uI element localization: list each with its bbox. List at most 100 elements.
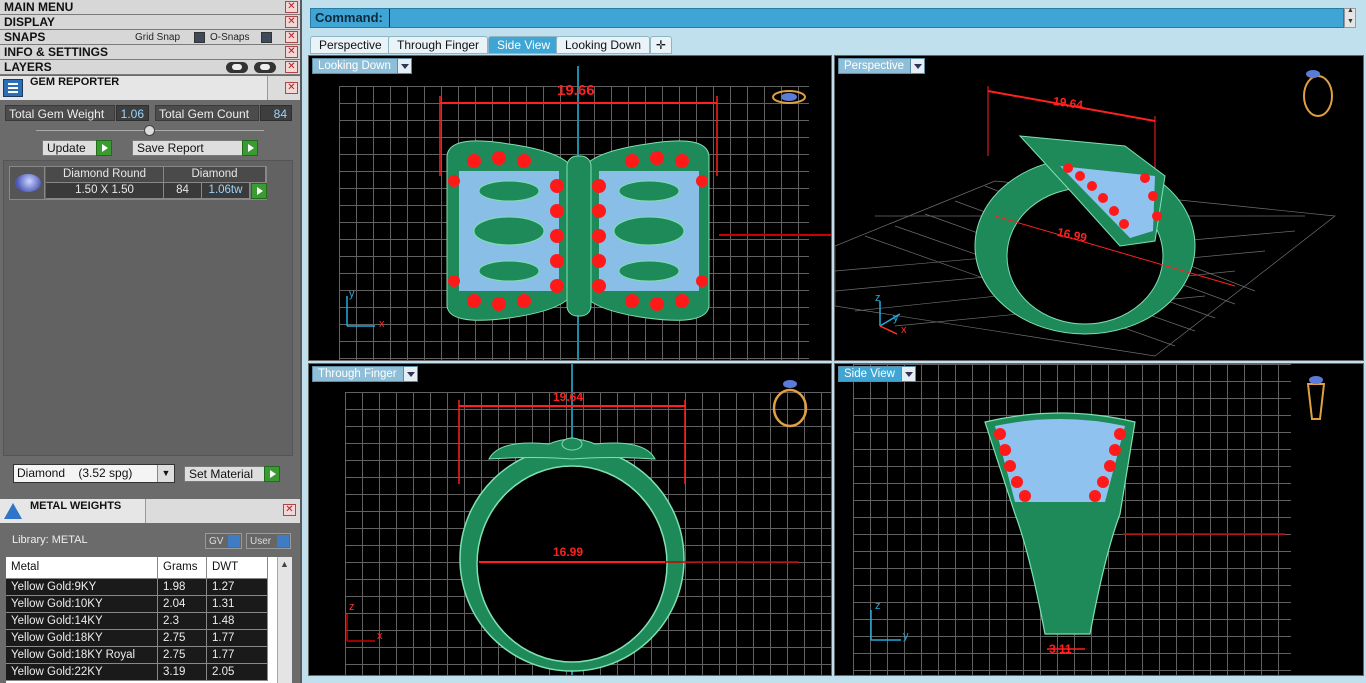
update-button[interactable]: Update <box>42 140 112 156</box>
metal-dwt-cell[interactable]: 1.77 <box>207 647 268 664</box>
ring-front-view <box>346 380 808 672</box>
close-icon[interactable]: ✕ <box>285 31 298 43</box>
axis-x-label: x <box>379 318 385 330</box>
axis-z-label: z <box>875 600 881 612</box>
splitter-handle[interactable] <box>144 125 155 136</box>
metal-weights-tab[interactable]: METAL WEIGHTS <box>0 499 146 523</box>
o-snaps-label: O-Snaps <box>210 32 250 43</box>
metal-table: Metal Grams DWT Yellow Gold:9KY 1.98 1.27 Y… <box>6 557 292 683</box>
gem-cut: Diamond Round <box>46 167 164 183</box>
metal-name-cell[interactable]: Yellow Gold:22KY <box>6 664 158 681</box>
total-gem-weight-value: 1.06 <box>116 105 149 121</box>
gv-label: GV <box>209 536 224 547</box>
play-icon <box>96 140 112 156</box>
metal-name-cell[interactable]: Yellow Gold:14KY <box>6 613 158 630</box>
close-icon[interactable]: ✕ <box>285 16 298 28</box>
chevron-down-icon[interactable]: ▼ <box>157 465 174 482</box>
viewport-label-text: Looking Down <box>318 60 391 72</box>
eye-icon[interactable] <box>254 62 276 73</box>
close-icon[interactable]: ✕ <box>285 46 298 58</box>
metal-weights-title: METAL WEIGHTS <box>30 500 122 512</box>
viewport-perspective[interactable]: Perspective 19.64 16.99 z y x <box>834 55 1364 361</box>
metal-dwt-cell[interactable]: 1.77 <box>207 630 268 647</box>
display-header[interactable]: DISPLAY ✕ <box>0 15 300 30</box>
close-icon[interactable]: ✕ <box>285 61 298 73</box>
o-snaps-toggle[interactable] <box>261 32 272 43</box>
gem-row[interactable]: Diamond Round Diamond 1.50 X 1.50 84 1.0… <box>9 166 267 200</box>
snaps-label: SNAPS <box>4 30 46 44</box>
tab-side-view[interactable]: Side View <box>488 36 560 54</box>
metal-weights-icon <box>3 502 23 520</box>
column-header-grams[interactable]: Grams <box>158 557 207 579</box>
viewport-label-looking-down[interactable]: Looking Down <box>312 58 412 74</box>
chevron-down-icon[interactable] <box>910 59 925 73</box>
tab-through-finger[interactable]: Through Finger <box>388 36 489 54</box>
chevron-up-icon[interactable]: ▲ <box>280 559 289 569</box>
metal-name-cell[interactable]: Yellow Gold:10KY <box>6 596 158 613</box>
info-settings-label: INFO & SETTINGS <box>4 45 109 59</box>
metal-name-cell[interactable]: Yellow Gold:18KY <box>6 630 158 647</box>
info-settings-header[interactable]: INFO & SETTINGS ✕ <box>0 45 300 60</box>
metal-grams-cell[interactable]: 2.75 <box>158 630 207 647</box>
save-report-button[interactable]: Save Report <box>132 140 258 156</box>
viewport-side-view[interactable]: Side View 3.11 z y <box>834 363 1364 676</box>
main-menu-header[interactable]: MAIN MENU ✕ <box>0 0 300 15</box>
layer-visibility-icon[interactable] <box>226 62 248 73</box>
gem-material: Diamond <box>164 167 266 183</box>
metal-dwt-cell[interactable]: 2.05 <box>207 664 268 681</box>
close-icon[interactable]: ✕ <box>283 504 296 516</box>
tab-looking-down[interactable]: Looking Down <box>556 36 651 54</box>
metal-dwt-cell[interactable]: 1.48 <box>207 613 268 630</box>
gem-count: 84 <box>164 183 202 199</box>
viewport-through-finger[interactable]: Through Finger 19.64 16.99 z x <box>308 363 832 676</box>
gem-reporter-tab[interactable]: GEM REPORTER <box>0 76 268 100</box>
layers-label: LAYERS <box>4 60 52 74</box>
axis-y-label: y <box>903 630 909 642</box>
chevron-down-icon[interactable] <box>900 367 915 381</box>
tab-perspective[interactable]: Perspective <box>310 36 391 54</box>
viewport-label-through-finger[interactable]: Through Finger <box>312 366 418 382</box>
viewport-label-perspective[interactable]: Perspective <box>838 58 926 74</box>
total-gem-weight-label: Total Gem Weight <box>5 105 115 121</box>
ring-perspective-view <box>835 70 1336 357</box>
metal-grams-cell[interactable]: 2.04 <box>158 596 207 613</box>
update-label: Update <box>47 141 86 155</box>
column-header-metal[interactable]: Metal <box>6 557 158 579</box>
gem-reporter-header: GEM REPORTER ✕ <box>0 76 300 100</box>
chevron-down-icon[interactable]: ▼ <box>1347 18 1354 25</box>
column-header-dwt[interactable]: DWT <box>207 557 268 579</box>
metal-dwt-cell[interactable]: 1.31 <box>207 596 268 613</box>
chevron-up-icon[interactable]: ▲ <box>1347 7 1354 14</box>
command-scroll[interactable]: ▲ ▼ <box>1344 7 1356 28</box>
metal-name-cell[interactable]: Yellow Gold:18KY Royal <box>6 647 158 664</box>
chevron-down-icon[interactable] <box>402 367 417 381</box>
ring-side-view <box>870 376 1326 650</box>
command-bar[interactable]: Command: <box>310 8 1344 28</box>
layers-header[interactable]: LAYERS ✕ <box>0 60 300 75</box>
material-select[interactable]: Diamond (3.52 spg) ▼ <box>13 464 175 483</box>
close-icon[interactable]: ✕ <box>285 82 298 94</box>
metal-dwt-cell[interactable]: 1.27 <box>207 579 268 596</box>
metal-table-scrollbar[interactable]: ▲ <box>277 557 292 683</box>
gv-toggle[interactable]: GV <box>205 533 242 549</box>
metal-grams-cell[interactable]: 2.3 <box>158 613 207 630</box>
chevron-down-icon[interactable] <box>396 59 411 73</box>
viewport-label-side-view[interactable]: Side View <box>838 366 916 382</box>
snaps-header[interactable]: SNAPS Grid Snap O-Snaps ✕ <box>0 30 300 45</box>
set-material-button[interactable]: Set Material <box>184 466 280 482</box>
viewport-looking-down[interactable]: Looking Down 19.66 y x <box>308 55 832 361</box>
toggle-icon <box>277 535 289 547</box>
user-toggle[interactable]: User <box>246 533 291 549</box>
library-label: Library: METAL <box>12 534 88 546</box>
grid-snap-toggle[interactable] <box>194 32 205 43</box>
main-menu-label: MAIN MENU <box>4 0 74 14</box>
gem-reporter-title: GEM REPORTER <box>30 76 120 88</box>
metal-grams-cell[interactable]: 1.98 <box>158 579 207 596</box>
add-tab-button[interactable]: ✛ <box>650 36 673 54</box>
metal-grams-cell[interactable]: 2.75 <box>158 647 207 664</box>
gem-row-play-button[interactable] <box>250 183 267 199</box>
metal-grams-cell[interactable]: 3.19 <box>158 664 207 681</box>
metal-name-cell[interactable]: Yellow Gold:9KY <box>6 579 158 596</box>
close-icon[interactable]: ✕ <box>285 1 298 13</box>
command-label: Command: <box>315 10 383 25</box>
